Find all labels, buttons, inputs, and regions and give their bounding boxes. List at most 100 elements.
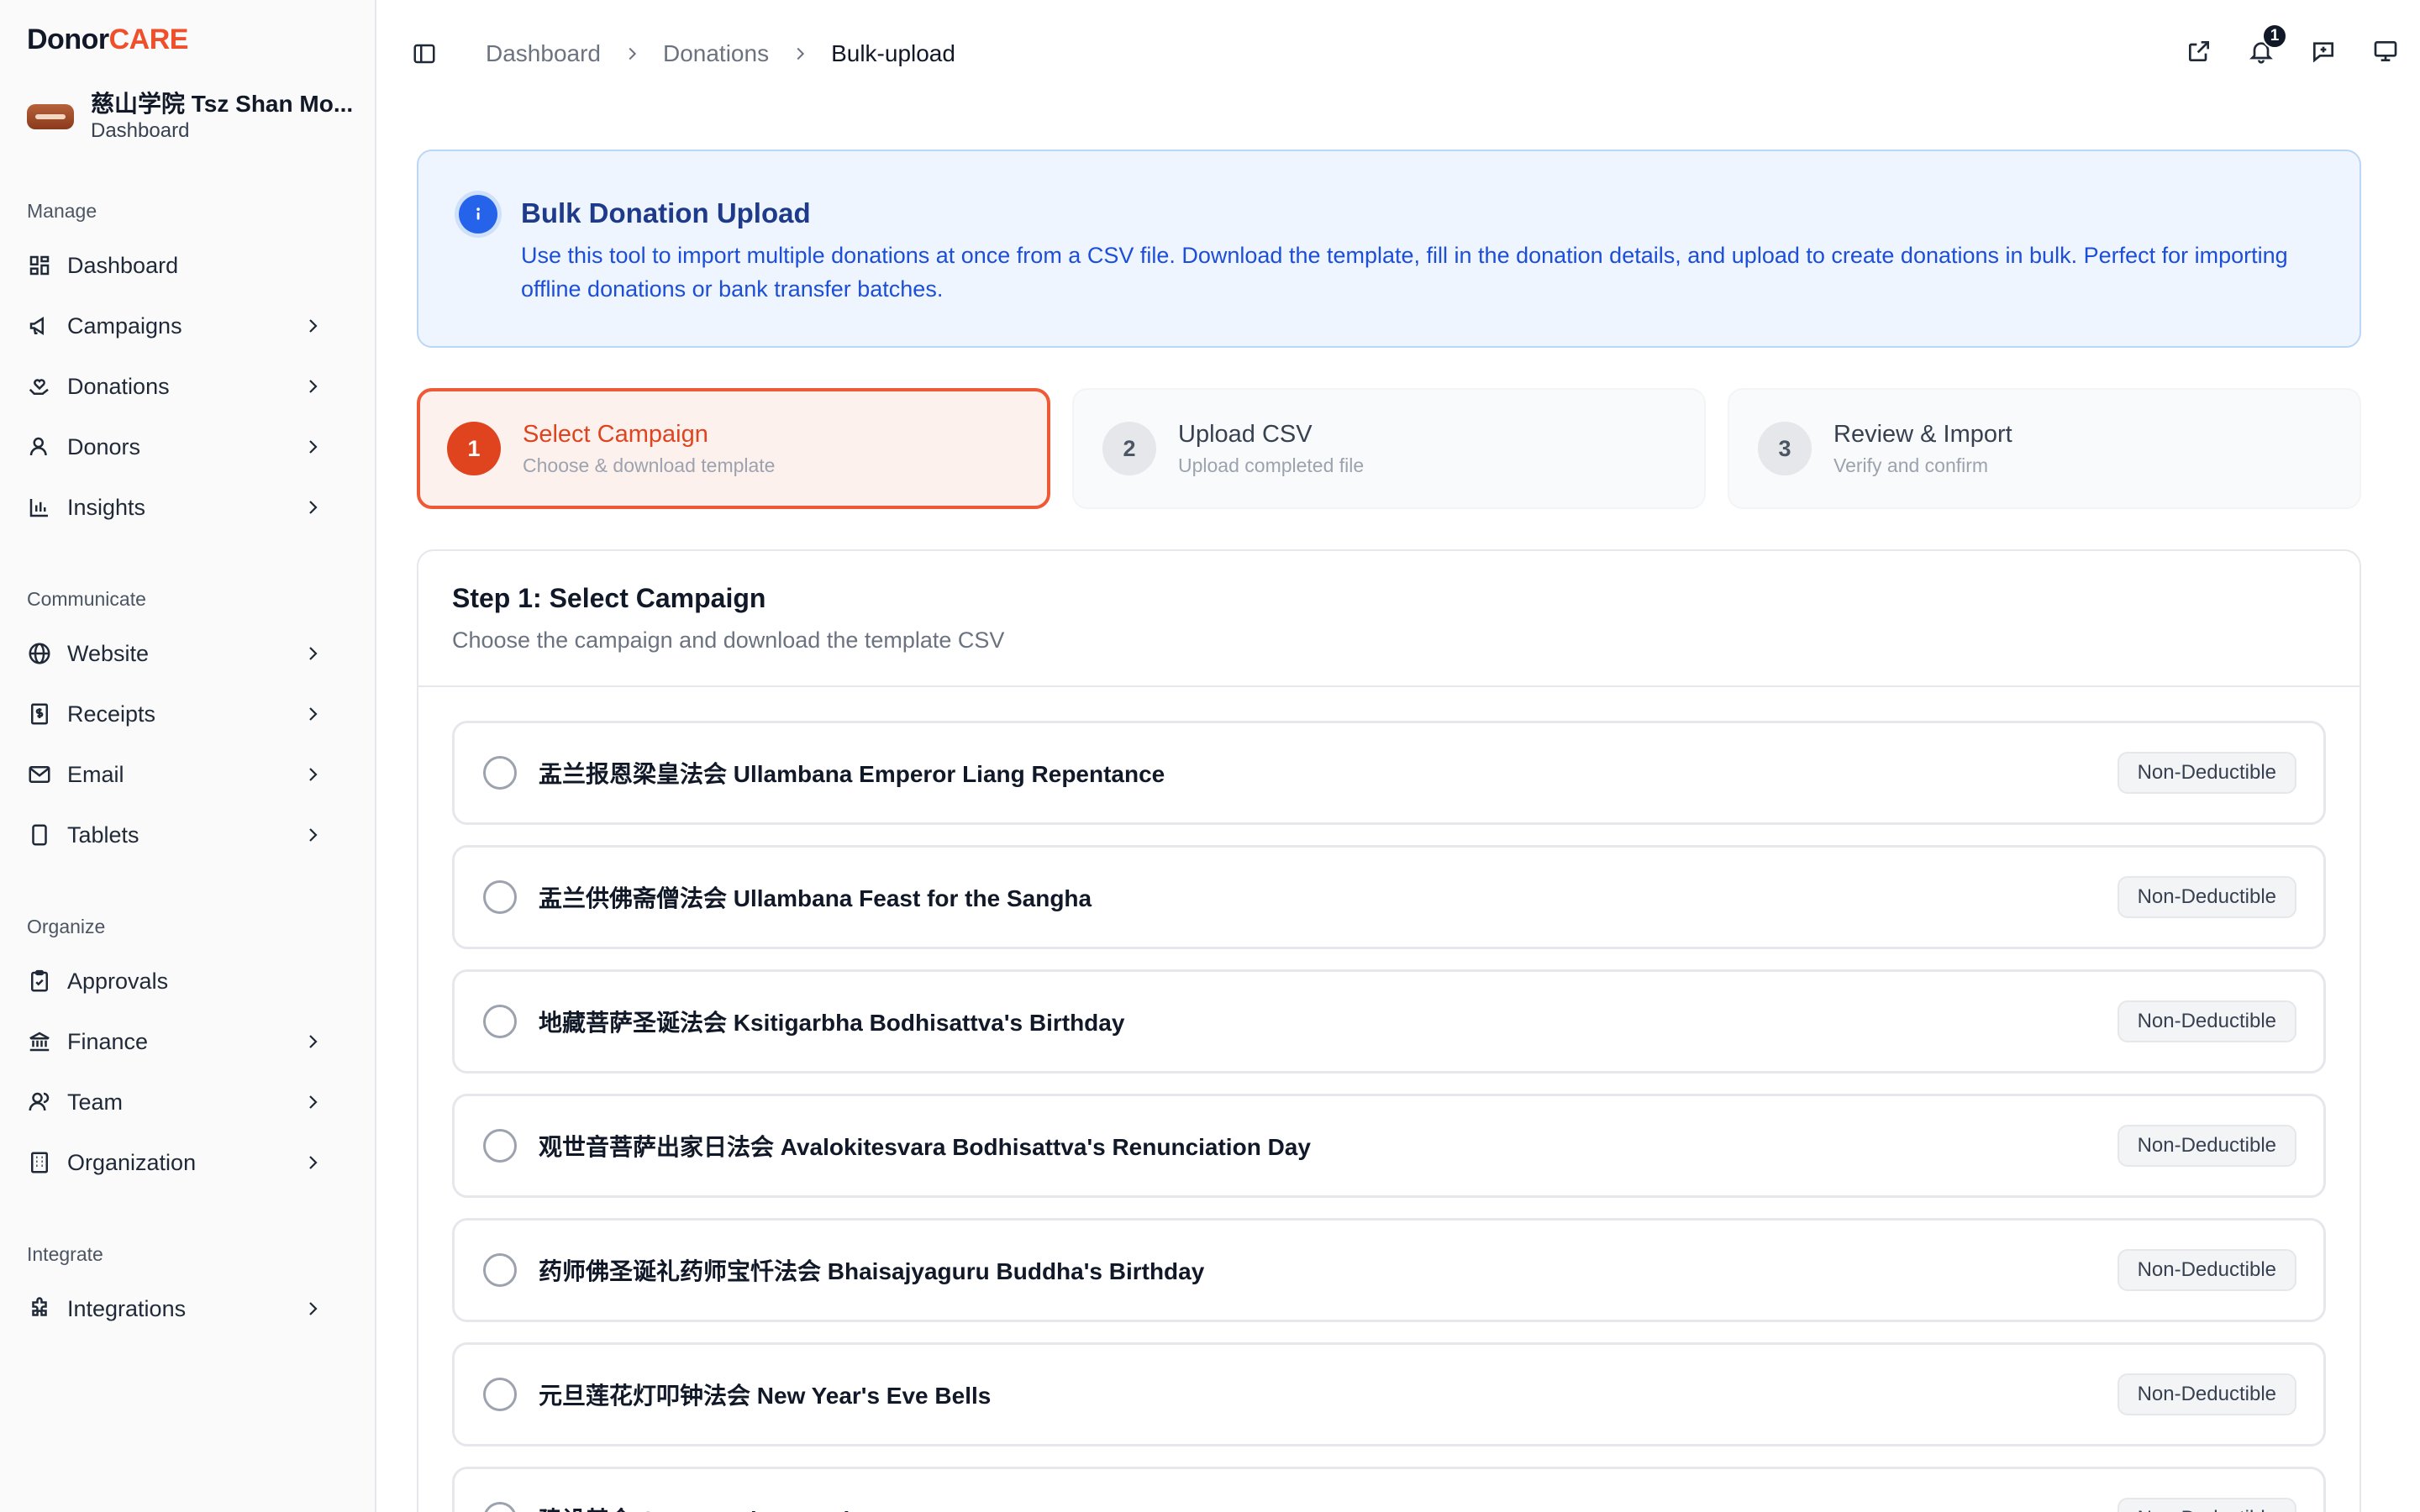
brand-part1: Donor bbox=[27, 23, 109, 55]
tablet-icon bbox=[27, 822, 52, 848]
campaign-option[interactable]: 盂兰供佛斋僧法会 Ullambana Feast for the Sangha N… bbox=[452, 845, 2326, 949]
grid-icon bbox=[27, 253, 52, 278]
sidebar: Donor CARE 慈山学院 Tsz Shan Mo... Dashboard … bbox=[0, 0, 376, 1512]
campaign-option[interactable]: 建设基金 Construction Fund Non-Deductible bbox=[452, 1467, 2326, 1512]
sidebar-section-title: Integrate bbox=[27, 1243, 103, 1265]
radio-button[interactable] bbox=[483, 756, 517, 790]
chevron-right-icon bbox=[302, 764, 323, 785]
puzzle-icon bbox=[27, 1296, 52, 1321]
radio-button[interactable] bbox=[483, 880, 517, 914]
org-name: 慈山学院 Tsz Shan Mo... bbox=[91, 91, 354, 117]
sidebar-toggle-icon[interactable] bbox=[410, 39, 439, 68]
step-subtitle: Choose & download template bbox=[523, 454, 776, 476]
sidebar-item-integrations[interactable]: Integrations bbox=[27, 1278, 355, 1339]
bell-icon[interactable]: 1 bbox=[2247, 24, 2287, 66]
monitor-icon[interactable] bbox=[2371, 37, 2400, 66]
org-subtitle: Dashboard bbox=[91, 119, 190, 142]
tax-status-badge: Non-Deductible bbox=[2117, 1249, 2296, 1291]
campaign-option[interactable]: 观世音菩萨出家日法会 Avalokitesvara Bodhisattva's … bbox=[452, 1094, 2326, 1198]
campaign-name: 观世音菩萨出家日法会 Avalokitesvara Bodhisattva's … bbox=[539, 1134, 1311, 1160]
radio-button[interactable] bbox=[483, 1005, 517, 1038]
sidebar-item-label: Donors bbox=[67, 433, 141, 459]
sidebar-nav-group: Approvals Finance Team Organization bbox=[27, 951, 355, 1193]
tax-status-badge: Non-Deductible bbox=[2117, 1498, 2296, 1512]
radio-button[interactable] bbox=[483, 1378, 517, 1411]
bank-icon bbox=[27, 1029, 52, 1054]
sidebar-item-label: Website bbox=[67, 640, 150, 666]
radio-button[interactable] bbox=[483, 1253, 517, 1287]
notification-badge: 1 bbox=[2262, 24, 2287, 49]
sidebar-item-label: Tablets bbox=[67, 822, 139, 848]
sidebar-item-label: Integrations bbox=[67, 1295, 187, 1321]
chevron-right-icon bbox=[302, 704, 323, 724]
sidebar-item-receipts[interactable]: Receipts bbox=[27, 684, 355, 744]
radio-button[interactable] bbox=[483, 1129, 517, 1163]
brand-logo[interactable]: Donor CARE bbox=[27, 22, 355, 57]
sidebar-item-dashboard[interactable]: Dashboard bbox=[27, 235, 355, 296]
tax-status-badge: Non-Deductible bbox=[2117, 1373, 2296, 1415]
breadcrumb: Dashboard Donations Bulk-upload bbox=[486, 40, 955, 67]
step-number: 1 bbox=[447, 422, 501, 475]
step-2[interactable]: 2 Upload CSV Upload completed file bbox=[1072, 388, 1706, 509]
mail-icon bbox=[27, 762, 52, 787]
sidebar-section-title: Organize bbox=[27, 916, 106, 937]
chevron-right-icon bbox=[302, 1032, 323, 1052]
sidebar-item-tablets[interactable]: Tablets bbox=[27, 805, 355, 865]
sidebar-item-email[interactable]: Email bbox=[27, 744, 355, 805]
sidebar-item-label: Receipts bbox=[67, 701, 156, 727]
campaign-name: 盂兰供佛斋僧法会 Ullambana Feast for the Sangha bbox=[539, 885, 1092, 911]
sidebar-item-insights[interactable]: Insights bbox=[27, 477, 355, 538]
step-title: Select Campaign bbox=[523, 421, 708, 448]
brand-part2: CARE bbox=[108, 23, 189, 55]
sidebar-item-campaigns[interactable]: Campaigns bbox=[27, 296, 355, 356]
tax-status-badge: Non-Deductible bbox=[2117, 752, 2296, 794]
sidebar-nav-group: Website Receipts Email Tablets bbox=[27, 623, 355, 865]
chevron-right-icon bbox=[302, 437, 323, 457]
campaign-name: 地藏菩萨圣诞法会 Ksitigarbha Bodhisattva's Birth… bbox=[539, 1010, 1125, 1036]
megaphone-icon bbox=[27, 313, 52, 339]
sidebar-item-team[interactable]: Team bbox=[27, 1072, 355, 1132]
card-title: Step 1: Select Campaign bbox=[452, 583, 766, 613]
step-subtitle: Upload completed file bbox=[1178, 454, 1365, 476]
radio-button[interactable] bbox=[483, 1502, 517, 1512]
chevron-right-icon bbox=[302, 376, 323, 396]
campaign-option[interactable]: 盂兰报恩梁皇法会 Ullambana Emperor Liang Repenta… bbox=[452, 721, 2326, 825]
sidebar-item-website[interactable]: Website bbox=[27, 623, 355, 684]
sidebar-item-organization[interactable]: Organization bbox=[27, 1132, 355, 1193]
stepper: 1 Select Campaign Choose & download templa… bbox=[417, 388, 2400, 509]
globe-icon bbox=[27, 641, 52, 666]
step-3[interactable]: 3 Review & Import Verify and confirm bbox=[1728, 388, 2361, 509]
sidebar-item-approvals[interactable]: Approvals bbox=[27, 951, 355, 1011]
campaign-name: 盂兰报恩梁皇法会 Ullambana Emperor Liang Repenta… bbox=[539, 761, 1165, 787]
info-body: Use this tool to import multiple donatio… bbox=[521, 243, 2288, 302]
chevron-right-icon bbox=[791, 45, 809, 63]
org-switcher[interactable]: 慈山学院 Tsz Shan Mo... Dashboard bbox=[27, 87, 355, 146]
sidebar-item-label: Dashboard bbox=[67, 252, 179, 278]
campaign-option[interactable]: 元旦莲花灯叩钟法会 New Year's Eve Bells Non-Deduct… bbox=[452, 1342, 2326, 1446]
info-icon bbox=[459, 195, 497, 234]
sidebar-section-title: Manage bbox=[27, 200, 97, 222]
main-content: Dashboard Donations Bulk-upload 1 Bulk D… bbox=[376, 0, 2420, 1512]
sidebar-item-label: Approvals bbox=[67, 968, 169, 994]
building-icon bbox=[27, 1150, 52, 1175]
hand-heart-icon bbox=[27, 374, 52, 399]
breadcrumb-donations[interactable]: Donations bbox=[663, 40, 769, 67]
user-icon bbox=[27, 434, 52, 459]
step-1[interactable]: 1 Select Campaign Choose & download templa… bbox=[417, 388, 1050, 509]
external-link-icon[interactable] bbox=[2185, 37, 2213, 66]
receipt-icon bbox=[27, 701, 52, 727]
feedback-icon[interactable] bbox=[2309, 37, 2338, 66]
breadcrumb-dashboard[interactable]: Dashboard bbox=[486, 40, 601, 67]
campaign-option[interactable]: 药师佛圣诞礼药师宝忏法会 Bhaisajyaguru Buddha's Birt… bbox=[452, 1218, 2326, 1322]
sidebar-nav-group: Dashboard Campaigns Donations Donors Insight… bbox=[27, 235, 355, 538]
sidebar-item-donations[interactable]: Donations bbox=[27, 356, 355, 417]
campaign-option[interactable]: 地藏菩萨圣诞法会 Ksitigarbha Bodhisattva's Birth… bbox=[452, 969, 2326, 1074]
sidebar-item-finance[interactable]: Finance bbox=[27, 1011, 355, 1072]
sidebar-item-donors[interactable]: Donors bbox=[27, 417, 355, 477]
chevron-right-icon bbox=[302, 1152, 323, 1173]
step-subtitle: Verify and confirm bbox=[1833, 454, 1989, 476]
tax-status-badge: Non-Deductible bbox=[2117, 1125, 2296, 1167]
step-title: Review & Import bbox=[1833, 421, 2012, 448]
campaign-list: 盂兰报恩梁皇法会 Ullambana Emperor Liang Repenta… bbox=[418, 687, 2360, 1512]
sidebar-item-label: Finance bbox=[67, 1028, 149, 1054]
